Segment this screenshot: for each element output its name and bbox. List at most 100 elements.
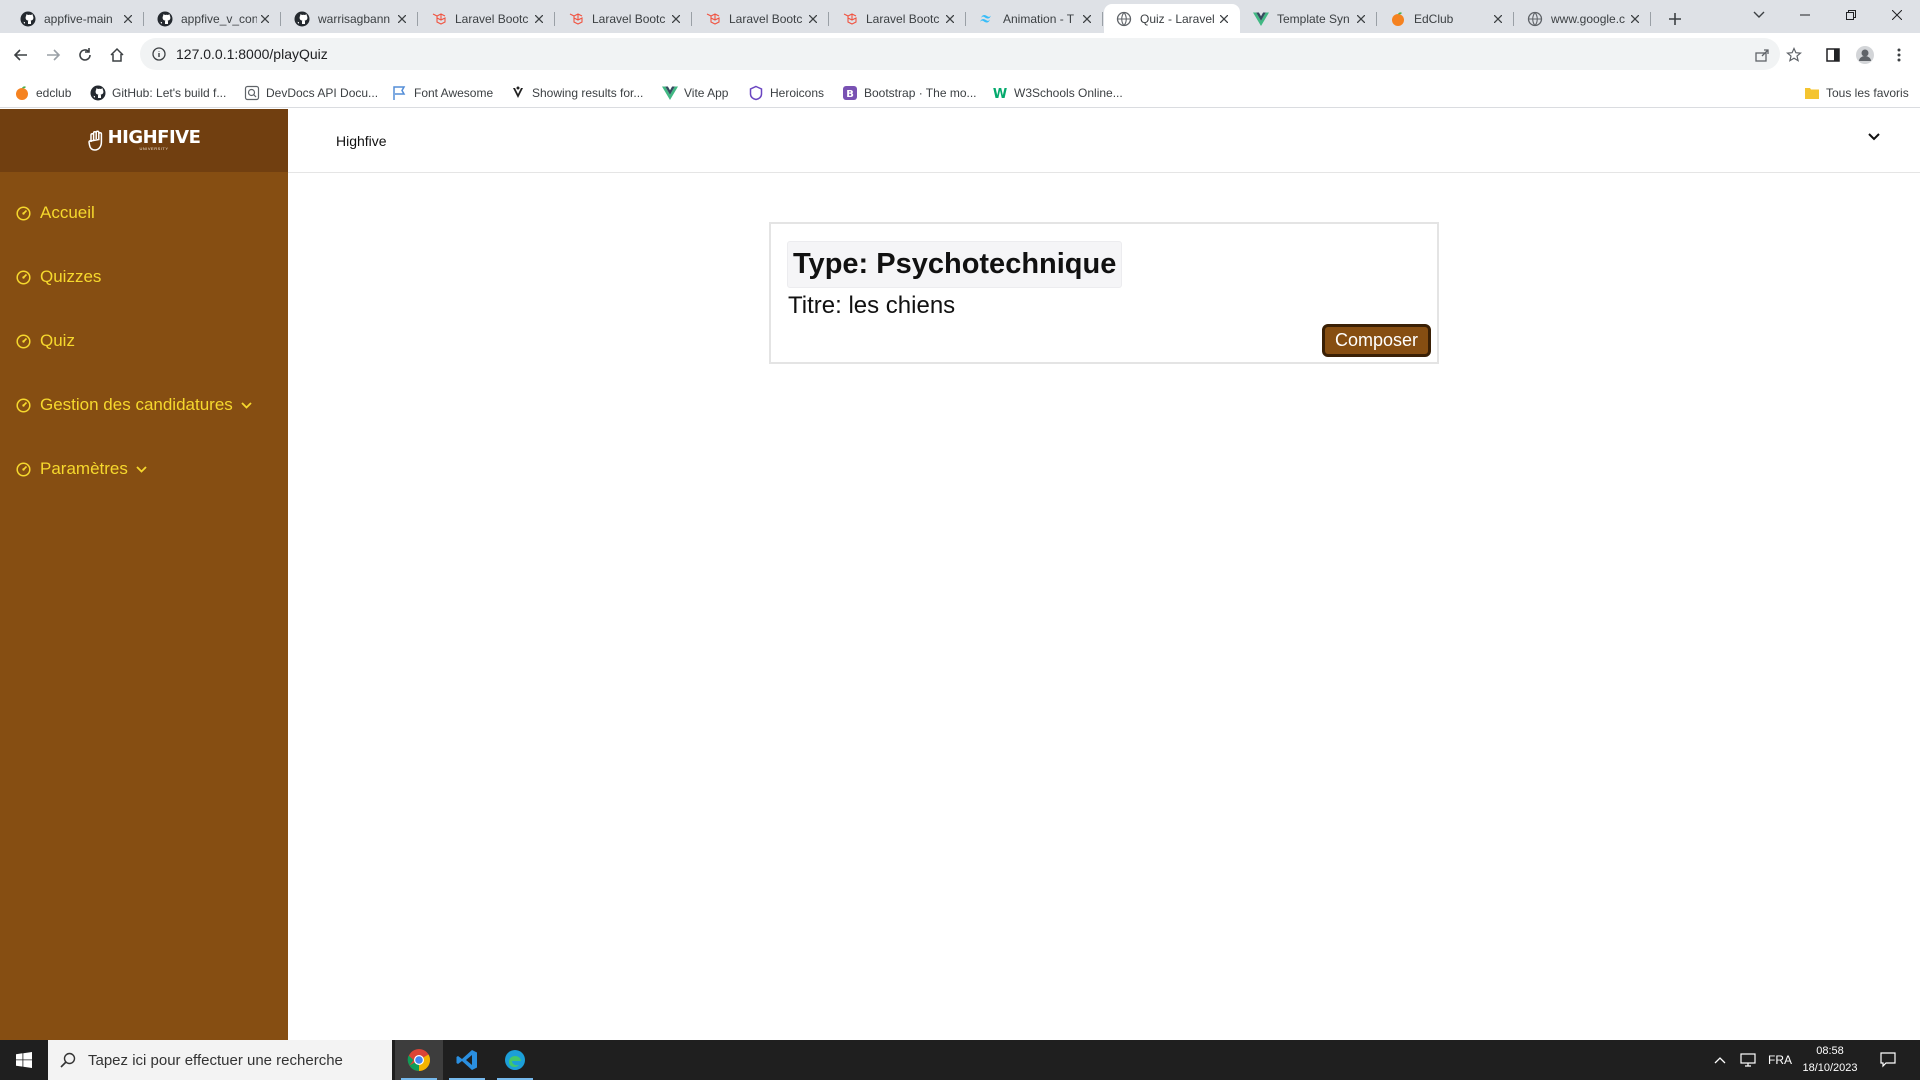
sidebar-item-label: Quizzes	[40, 267, 102, 286]
restore-button[interactable]	[1828, 0, 1874, 30]
network-status[interactable]	[1740, 1040, 1756, 1080]
tab-close-icon[interactable]	[668, 11, 684, 27]
bookmark-item[interactable]: Showing results for...	[510, 83, 643, 103]
arrow-right-icon	[47, 49, 61, 61]
all-bookmarks-label: Tous les favoris	[1826, 86, 1909, 100]
address-bar[interactable]: 127.0.0.1:8000/playQuiz	[140, 38, 1780, 70]
tab-close-icon[interactable]	[1627, 11, 1643, 27]
sidebar-item[interactable]: Quiz	[16, 328, 75, 354]
tab-close-icon[interactable]	[1216, 11, 1232, 27]
tab-close-icon[interactable]	[1079, 11, 1095, 27]
star-icon	[1786, 47, 1802, 62]
tab-title: appfive-main	[44, 11, 113, 26]
tab-search-button[interactable]	[1736, 0, 1782, 30]
taskbar-search[interactable]: Tapez ici pour effectuer une recherche	[48, 1040, 392, 1080]
chevron-up-icon	[1714, 1057, 1726, 1064]
vue-icon	[662, 85, 678, 101]
tab-close-icon[interactable]	[942, 11, 958, 27]
browser-tab[interactable]: Template Syn	[1241, 4, 1377, 33]
tab-close-icon[interactable]	[257, 11, 273, 27]
tab-close-icon[interactable]	[805, 11, 821, 27]
back-button[interactable]	[6, 40, 36, 70]
site-info-icon[interactable]	[152, 47, 166, 61]
logo-bar: HIGHFIVE UNIVERSITY	[0, 109, 288, 172]
dashboard-icon	[16, 333, 31, 349]
home-button[interactable]	[102, 40, 132, 70]
browser-tab[interactable]: warrisagbann	[282, 4, 418, 33]
tab-close-icon[interactable]	[1353, 11, 1369, 27]
browser-tab[interactable]: appfive-main	[8, 4, 144, 33]
taskbar-chrome[interactable]	[395, 1040, 443, 1080]
side-panel-button[interactable]	[1818, 40, 1848, 70]
w3schools-icon: W	[992, 85, 1008, 101]
plus-icon	[1669, 13, 1681, 25]
globe-icon	[1116, 11, 1132, 27]
bookmark-item[interactable]: Font Awesome	[392, 83, 493, 103]
taskbar-clock[interactable]: 08:58 18/10/2023	[1800, 1043, 1860, 1077]
browser-tab-active[interactable]: Quiz - Laravel	[1104, 4, 1240, 33]
tailwind-icon	[979, 11, 995, 27]
bookmark-item[interactable]: Heroicons	[748, 83, 824, 103]
search-results-icon	[510, 85, 526, 101]
tab-close-icon[interactable]	[1490, 11, 1506, 27]
sidebar-item[interactable]: Paramètres	[16, 456, 147, 482]
language-indicator[interactable]: FRA	[1768, 1040, 1792, 1080]
kebab-menu-icon	[1897, 48, 1901, 62]
tab-separator	[1650, 12, 1651, 26]
bookmark-item[interactable]: DevDocs API Docu...	[244, 83, 378, 103]
side-panel-icon	[1826, 48, 1840, 62]
browser-tab[interactable]: EdClub	[1378, 4, 1514, 33]
tab-separator	[1513, 12, 1514, 26]
all-bookmarks[interactable]: Tous les favoris	[1804, 83, 1909, 103]
taskbar-edge[interactable]	[491, 1040, 539, 1080]
show-hidden-icons[interactable]	[1714, 1040, 1726, 1080]
menu-button[interactable]	[1884, 40, 1914, 70]
browser-tab[interactable]: Laravel Bootc	[830, 4, 966, 33]
tab-separator	[965, 12, 966, 26]
tab-title: Laravel Bootc	[592, 11, 666, 26]
compose-button[interactable]: Composer	[1322, 324, 1431, 357]
start-button[interactable]	[0, 1040, 48, 1080]
quiz-card: Type: Psychotechnique Titre: les chiens …	[769, 222, 1439, 364]
quiz-type: Type: Psychotechnique	[787, 241, 1123, 288]
tab-title: Laravel Bootc	[729, 11, 803, 26]
bookmark-label: Showing results for...	[532, 86, 644, 100]
user-menu-toggle[interactable]	[1868, 133, 1880, 141]
forward-button[interactable]	[38, 40, 68, 70]
share-button[interactable]	[1747, 40, 1777, 70]
browser-tab[interactable]: www.google.c	[1515, 4, 1651, 33]
tab-close-icon[interactable]	[120, 11, 136, 27]
reload-button[interactable]	[70, 40, 100, 70]
network-icon	[1740, 1053, 1756, 1067]
sidebar-item[interactable]: Quizzes	[16, 264, 101, 290]
notifications-button[interactable]	[1880, 1040, 1896, 1080]
windows-icon	[16, 1052, 32, 1068]
sidebar-item[interactable]: Accueil	[16, 200, 95, 226]
profile-button[interactable]	[1850, 40, 1880, 70]
new-tab-button[interactable]	[1662, 6, 1688, 32]
sidebar-item-label: Gestion des candidatures	[40, 395, 233, 414]
flag-icon	[392, 85, 408, 101]
bookmark-item[interactable]: edclub	[14, 83, 71, 103]
sidebar-item[interactable]: Gestion des candidatures	[16, 392, 252, 418]
browser-tab[interactable]: Animation - T	[967, 4, 1103, 33]
browser-tab[interactable]: Laravel Bootc	[693, 4, 829, 33]
bookmark-item[interactable]: GitHub: Let's build f...	[90, 83, 226, 103]
browser-tab[interactable]: Laravel Bootc	[419, 4, 555, 33]
tab-separator	[417, 12, 418, 26]
home-icon	[110, 47, 124, 62]
tab-title: warrisagbann	[318, 11, 391, 26]
bookmark-item[interactable]: W W3Schools Online...	[992, 83, 1123, 103]
taskbar-vscode[interactable]	[443, 1040, 491, 1080]
bookmark-star-button[interactable]	[1779, 40, 1809, 70]
browser-tab[interactable]: Laravel Bootc	[556, 4, 692, 33]
vscode-icon	[456, 1050, 477, 1070]
tab-close-icon[interactable]	[394, 11, 410, 27]
browser-tab[interactable]: appfive_v_con	[145, 4, 281, 33]
close-window-button[interactable]	[1874, 0, 1920, 30]
bookmark-item[interactable]: B Bootstrap · The mo...	[842, 83, 977, 103]
tab-close-icon[interactable]	[531, 11, 547, 27]
minimize-button[interactable]	[1782, 0, 1828, 30]
bookmark-item[interactable]: Vite App	[662, 83, 728, 103]
highfive-logo[interactable]: HIGHFIVE UNIVERSITY	[87, 129, 201, 152]
